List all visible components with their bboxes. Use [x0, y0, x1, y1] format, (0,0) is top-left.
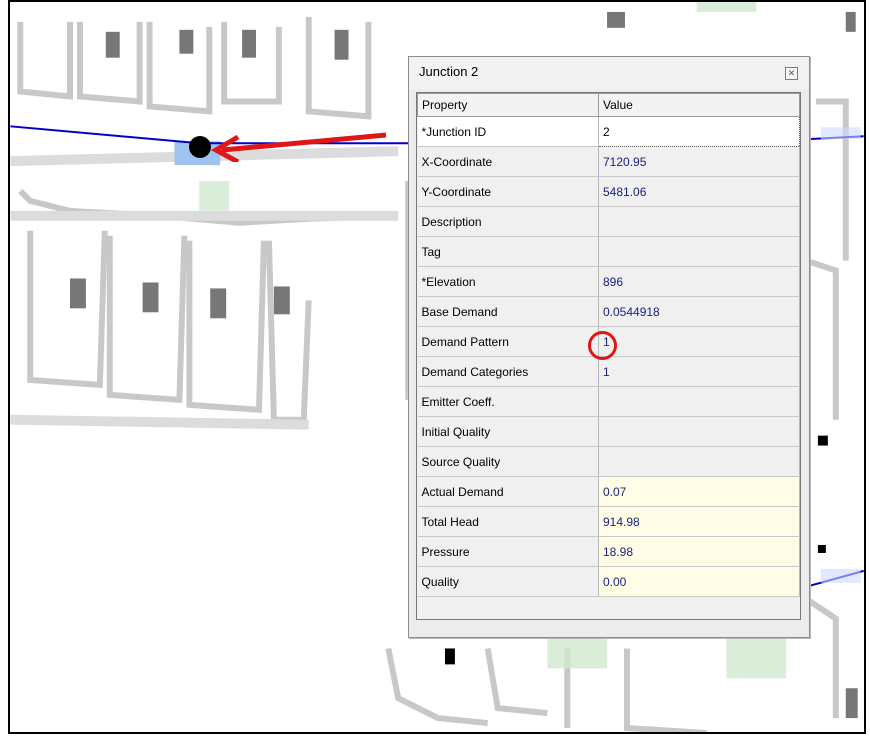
property-name: Quality — [417, 566, 599, 597]
property-value[interactable] — [598, 446, 800, 477]
property-value[interactable]: 7120.95 — [598, 146, 800, 177]
table-row[interactable]: Tag — [417, 236, 800, 267]
property-name: Total Head — [417, 506, 599, 537]
property-value[interactable]: 1 — [598, 356, 800, 387]
junction-id-input[interactable]: 2 — [598, 116, 800, 147]
property-value[interactable]: 896 — [598, 266, 800, 297]
table-row[interactable]: X-Coordinate 7120.95 — [417, 146, 800, 177]
table-row[interactable]: Quality 0.00 — [417, 566, 800, 597]
property-name: Actual Demand — [417, 476, 599, 507]
property-value[interactable] — [598, 236, 800, 267]
table-row[interactable]: Demand Categories 1 — [417, 356, 800, 387]
property-value[interactable] — [598, 416, 800, 447]
property-name: Description — [417, 206, 599, 237]
property-value: 914.98 — [598, 506, 800, 537]
table-row[interactable]: Emitter Coeff. — [417, 386, 800, 417]
close-icon[interactable]: ✕ — [785, 67, 798, 80]
property-name: Emitter Coeff. — [417, 386, 599, 417]
property-name: Base Demand — [417, 296, 599, 327]
column-header-property[interactable]: Property — [417, 93, 599, 117]
table-row[interactable]: Initial Quality — [417, 416, 800, 447]
table-row[interactable]: Total Head 914.98 — [417, 506, 800, 537]
table-row[interactable]: Base Demand 0.0544918 — [417, 296, 800, 327]
table-row[interactable]: Pressure 18.98 — [417, 536, 800, 567]
property-value[interactable] — [598, 206, 800, 237]
window-title: Junction 2 — [419, 64, 479, 79]
table-row[interactable]: Source Quality — [417, 446, 800, 477]
property-name: X-Coordinate — [417, 146, 599, 177]
property-name: *Junction ID — [417, 116, 599, 147]
table-row[interactable]: *Elevation 896 — [417, 266, 800, 297]
demand-pattern-value[interactable]: 1 — [598, 326, 800, 357]
annotation-arrow-icon — [210, 132, 387, 162]
property-name: *Elevation — [417, 266, 599, 297]
property-value: 18.98 — [598, 536, 800, 567]
table-row[interactable]: Y-Coordinate 5481.06 — [417, 176, 800, 207]
table-header-row: Property Value — [417, 93, 800, 117]
property-value: 0.00 — [598, 566, 800, 597]
column-header-value[interactable]: Value — [598, 93, 800, 117]
property-value: 0.07 — [598, 476, 800, 507]
property-value[interactable] — [598, 386, 800, 417]
highlight-circle-icon — [588, 331, 617, 360]
table-row[interactable]: Description — [417, 206, 800, 237]
property-name: Source Quality — [417, 446, 599, 477]
property-name: Initial Quality — [417, 416, 599, 447]
property-name: Y-Coordinate — [417, 176, 599, 207]
property-name: Pressure — [417, 536, 599, 567]
title-bar[interactable]: Junction 2 ✕ — [409, 57, 809, 89]
table-row[interactable]: *Junction ID 2 — [417, 116, 800, 147]
property-value[interactable]: 0.0544918 — [598, 296, 800, 327]
property-name: Tag — [417, 236, 599, 267]
property-name: Demand Categories — [417, 356, 599, 387]
property-name: Demand Pattern — [417, 326, 599, 357]
property-value[interactable]: 5481.06 — [598, 176, 800, 207]
table-row[interactable]: Actual Demand 0.07 — [417, 476, 800, 507]
